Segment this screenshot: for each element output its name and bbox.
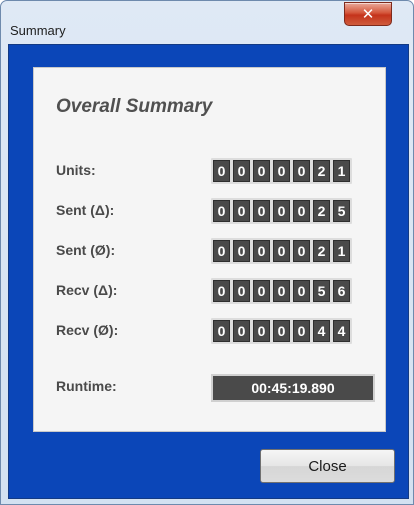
runtime-row: Runtime: 00:45:19.890 xyxy=(34,374,387,404)
close-button[interactable]: Close xyxy=(260,449,395,483)
units-counter: 0 0 0 0 0 2 1 xyxy=(211,158,352,184)
title-bar[interactable]: Summary ✕ xyxy=(1,1,413,39)
counter-digit: 0 xyxy=(213,160,230,182)
counter-digit: 0 xyxy=(213,240,230,262)
sent-delta-counter: 0 0 0 0 0 2 5 xyxy=(211,198,352,224)
counter-digit: 0 xyxy=(233,240,250,262)
counter-digit: 1 xyxy=(333,240,350,262)
counter-digit: 2 xyxy=(313,240,330,262)
counter-digit: 4 xyxy=(313,320,330,342)
window-close-button[interactable]: ✕ xyxy=(344,2,392,26)
counter-digit: 0 xyxy=(293,240,310,262)
units-row: Units: 0 0 0 0 0 2 1 xyxy=(34,158,387,184)
units-label: Units: xyxy=(56,162,96,178)
counter-digit: 0 xyxy=(213,280,230,302)
counter-digit: 0 xyxy=(293,200,310,222)
recv-avg-label: Recv (Ø): xyxy=(56,322,119,338)
sent-delta-row: Sent (Δ): 0 0 0 0 0 2 5 xyxy=(34,198,387,224)
summary-window: Summary ✕ Overall Summary Units: 0 0 0 0… xyxy=(0,0,414,505)
counter-digit: 0 xyxy=(213,320,230,342)
counter-digit: 0 xyxy=(293,320,310,342)
counter-digit: 5 xyxy=(313,280,330,302)
counter-digit: 0 xyxy=(233,160,250,182)
recv-delta-label: Recv (Δ): xyxy=(56,282,118,298)
counter-digit: 0 xyxy=(273,240,290,262)
counter-digit: 0 xyxy=(293,160,310,182)
sent-delta-label: Sent (Δ): xyxy=(56,202,115,218)
window-title: Summary xyxy=(10,23,66,38)
counter-digit: 0 xyxy=(253,200,270,222)
recv-delta-row: Recv (Δ): 0 0 0 0 0 5 6 xyxy=(34,278,387,304)
counter-digit: 0 xyxy=(273,320,290,342)
recv-avg-counter: 0 0 0 0 0 4 4 xyxy=(211,318,352,344)
counter-digit: 0 xyxy=(253,280,270,302)
counter-digit: 0 xyxy=(253,160,270,182)
panel-title: Overall Summary xyxy=(56,96,213,117)
counter-digit: 0 xyxy=(253,320,270,342)
counter-digit: 5 xyxy=(333,200,350,222)
counter-digit: 6 xyxy=(333,280,350,302)
runtime-value: 00:45:19.890 xyxy=(211,374,375,402)
counter-digit: 0 xyxy=(233,320,250,342)
recv-avg-row: Recv (Ø): 0 0 0 0 0 4 4 xyxy=(34,318,387,344)
counter-digit: 0 xyxy=(273,280,290,302)
counter-digit: 0 xyxy=(253,240,270,262)
counter-digit: 0 xyxy=(233,200,250,222)
sent-avg-counter: 0 0 0 0 0 2 1 xyxy=(211,238,352,264)
summary-panel: Overall Summary Units: 0 0 0 0 0 2 1 Sen… xyxy=(33,67,386,432)
sent-avg-row: Sent (Ø): 0 0 0 0 0 2 1 xyxy=(34,238,387,264)
counter-digit: 0 xyxy=(273,200,290,222)
recv-delta-counter: 0 0 0 0 0 5 6 xyxy=(211,278,352,304)
counter-digit: 0 xyxy=(293,280,310,302)
counter-digit: 2 xyxy=(313,160,330,182)
close-icon: ✕ xyxy=(361,6,375,23)
sent-avg-label: Sent (Ø): xyxy=(56,242,116,258)
counter-digit: 0 xyxy=(273,160,290,182)
counter-digit: 4 xyxy=(333,320,350,342)
dialog-client-area: Overall Summary Units: 0 0 0 0 0 2 1 Sen… xyxy=(8,44,409,499)
counter-digit: 0 xyxy=(213,200,230,222)
runtime-label: Runtime: xyxy=(56,378,117,394)
counter-digit: 0 xyxy=(233,280,250,302)
counter-digit: 1 xyxy=(333,160,350,182)
counter-digit: 2 xyxy=(313,200,330,222)
